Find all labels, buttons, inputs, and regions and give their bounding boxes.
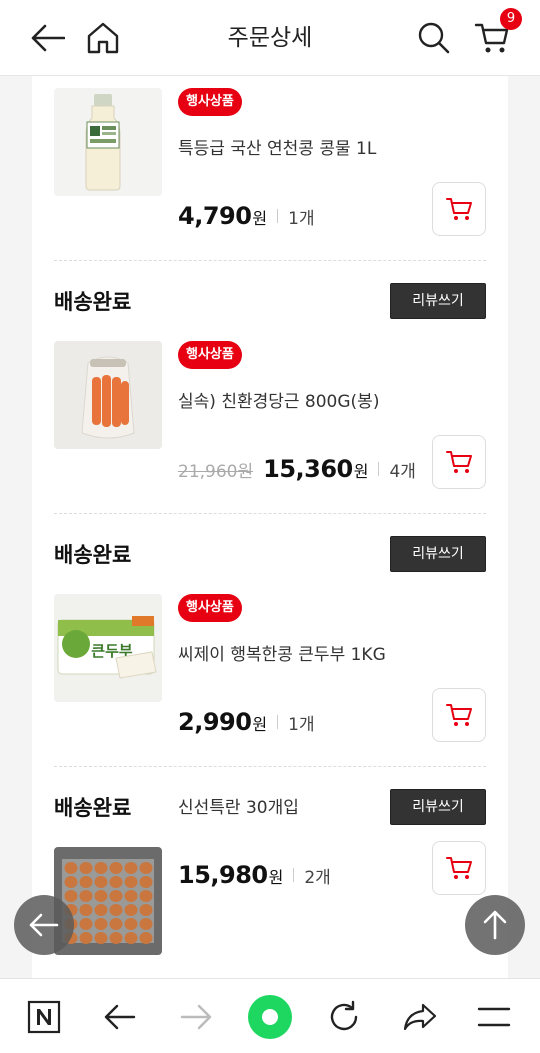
product-image-soy-milk[interactable] [54,88,162,196]
cart-icon [446,857,472,879]
refresh-icon [330,1000,358,1031]
order-item: 배송완료 리뷰쓰기 신선특란 30개입 15,980 원 2개 [54,788,486,978]
back-button[interactable] [28,18,68,58]
n-logo-icon [27,1000,61,1034]
quantity: 2개 [304,868,331,888]
add-to-cart-button[interactable] [432,182,486,236]
menu-icon [477,1007,511,1027]
order-item: 배송완료 리뷰쓰기 행사상품 실속) 친환경당근 800G(봉) 21,960원… [54,282,486,514]
delivery-status: 배송완료 [54,290,132,314]
currency-label: 원 [252,715,268,734]
event-badge: 행사상품 [178,594,242,622]
cart-icon [446,198,472,220]
order-item: 배송완료 리뷰쓰기 큰두부 행사상품 씨제이 행복한콩 큰두부 1KG 2,99… [54,535,486,767]
cart-icon [446,704,472,726]
divider [277,209,279,223]
product-image-tofu[interactable]: 큰두부 [54,594,162,702]
order-item: 행사상품 특등급 국산 연천콩 콩물 1L 4,790 원 1개 [54,76,486,260]
page-title: 주문상세 [227,25,313,51]
add-to-cart-button[interactable] [432,841,486,895]
item-divider [54,766,486,767]
naver-home-button[interactable] [20,993,68,1041]
search-icon [418,22,450,54]
home-button[interactable] [83,18,123,58]
price-row: 21,960원 15,360 원 4개 [178,455,416,483]
quantity: 1개 [288,209,315,229]
share-icon [403,1003,437,1031]
currency-label: 원 [353,462,369,481]
divider [277,715,279,729]
home-icon [87,22,119,54]
divider [378,462,380,476]
sale-price: 15,360 [263,455,353,483]
product-name[interactable]: 실속) 친환경당근 800G(봉) [178,387,379,412]
add-to-cart-button[interactable] [432,435,486,489]
price-row: 4,790 원 1개 [178,202,315,230]
write-review-button[interactable]: 리뷰쓰기 [390,789,486,825]
price-row: 15,980 원 2개 [178,861,331,889]
back-arrow-icon [104,1004,136,1030]
refresh-button[interactable] [320,993,368,1041]
event-badge: 행사상품 [178,341,242,369]
green-dot-icon [248,995,292,1039]
up-arrow-icon [483,910,507,940]
quantity: 1개 [288,715,315,735]
event-badge: 행사상품 [178,88,242,116]
sale-price: 15,980 [178,861,268,889]
cart-count-badge: 9 [500,8,522,30]
price-row: 2,990 원 1개 [178,708,315,736]
product-image-carrot[interactable] [54,341,162,449]
divider [293,868,295,882]
cart-icon [446,451,472,473]
scroll-to-top-button[interactable] [465,895,525,955]
order-detail-list: 행사상품 특등급 국산 연천콩 콩물 1L 4,790 원 1개 배송완료 리뷰… [32,76,508,978]
browser-toolbar [0,978,540,1053]
share-button[interactable] [396,993,444,1041]
sale-price: 2,990 [178,708,252,736]
sale-price: 4,790 [178,202,252,230]
write-review-button[interactable]: 리뷰쓰기 [390,536,486,572]
green-dot-button[interactable] [246,993,294,1041]
back-arrow-icon [31,24,65,52]
top-header: 주문상세 9 [0,0,540,76]
product-name[interactable]: 신선특란 30개입 [178,793,299,818]
menu-button[interactable] [470,993,518,1041]
delivery-status: 배송완료 [54,796,132,820]
browser-forward-button[interactable] [172,993,220,1041]
browser-back-button[interactable] [96,993,144,1041]
search-button[interactable] [414,18,454,58]
add-to-cart-button[interactable] [432,688,486,742]
item-divider [54,260,486,261]
product-name[interactable]: 특등급 국산 연천콩 콩물 1L [178,134,376,159]
currency-label: 원 [268,868,284,887]
item-divider [54,513,486,514]
cart-button[interactable]: 9 [472,8,522,58]
quantity: 4개 [389,462,416,482]
floating-back-button[interactable] [14,895,74,955]
delivery-status: 배송완료 [54,543,132,567]
original-price: 21,960원 [178,462,254,482]
forward-arrow-icon [180,1004,212,1030]
write-review-button[interactable]: 리뷰쓰기 [390,283,486,319]
back-arrow-icon [29,913,59,937]
product-name[interactable]: 씨제이 행복한콩 큰두부 1KG [178,640,386,665]
currency-label: 원 [252,209,268,228]
